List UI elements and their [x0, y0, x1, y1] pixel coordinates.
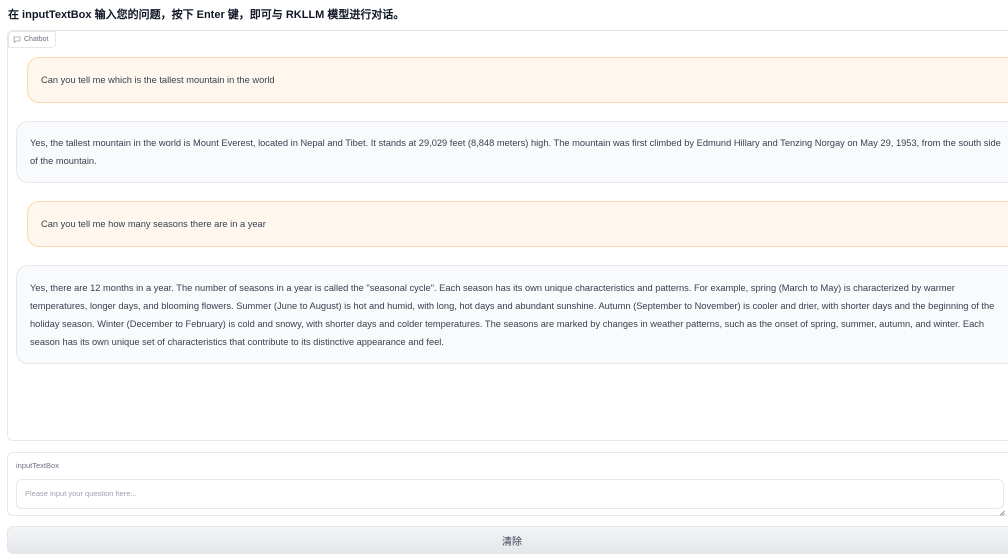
message-text: Yes, the tallest mountain in the world i… [30, 138, 1001, 166]
user-message: Can you tell me how many seasons there a… [27, 201, 1008, 247]
chat-bubble-icon [13, 36, 21, 43]
question-input[interactable] [16, 479, 1004, 509]
message-text: Yes, there are 12 months in a year. The … [30, 282, 995, 347]
page-heading: 在 inputTextBox 输入您的问题，按下 Enter 键，即可与 RKL… [8, 9, 405, 21]
chatbot-label-text: Chatbot [24, 36, 49, 43]
input-label: inputTextBox [16, 461, 59, 470]
clear-button[interactable]: 清除 [7, 526, 1008, 554]
user-message: Can you tell me which is the tallest mou… [27, 57, 1008, 103]
input-panel: inputTextBox [7, 452, 1008, 516]
bot-message: Yes, the tallest mountain in the world i… [16, 121, 1008, 183]
message-text: Can you tell me which is the tallest mou… [41, 75, 275, 85]
resize-handle-icon[interactable] [999, 503, 1005, 516]
message-text: Can you tell me how many seasons there a… [41, 219, 266, 229]
chatbot-label: Chatbot [8, 31, 56, 48]
bot-message: Yes, there are 12 months in a year. The … [16, 265, 1008, 364]
